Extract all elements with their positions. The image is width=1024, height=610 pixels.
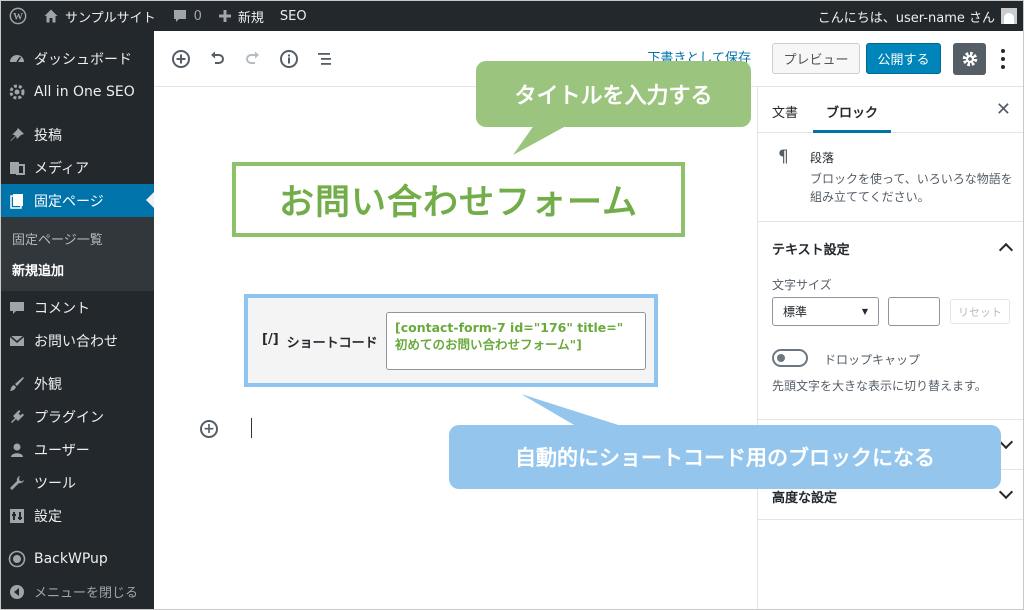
shortcode-hint-text: 自動的にショートコード用のブロックになる — [515, 446, 935, 470]
title-hint-callout: タイトルを入力する — [476, 61, 751, 127]
title-hint-text: タイトルを入力する — [514, 84, 713, 109]
screenshot-frame: W サンプルサイト 0 新規 SEO こんにちは、user-name さん ダッ… — [0, 0, 1024, 610]
blue-callout-pointer — [521, 394, 631, 429]
shortcode-hint-callout: 自動的にショートコード用のブロックになる — [449, 425, 1001, 489]
